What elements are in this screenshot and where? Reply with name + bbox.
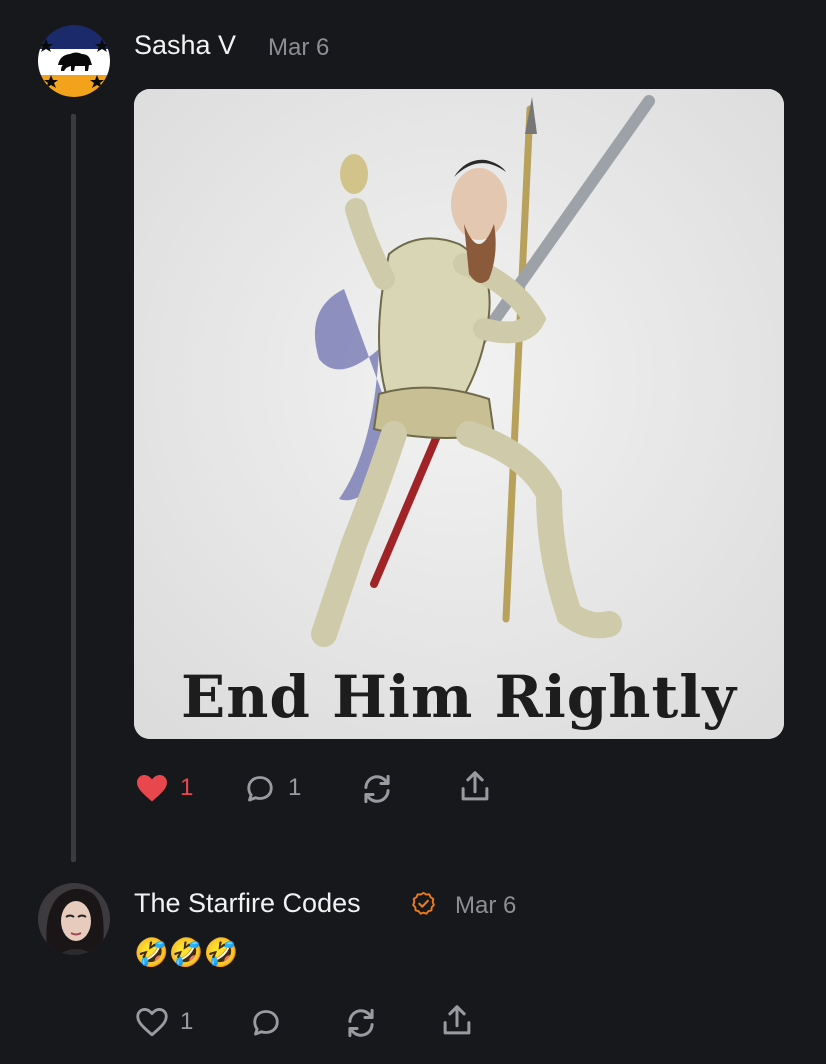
reply-comment-button[interactable] xyxy=(248,1004,284,1040)
share-button[interactable] xyxy=(456,768,494,806)
reply-like-button[interactable]: 1 xyxy=(134,1004,193,1040)
reply-share-button[interactable] xyxy=(438,1002,476,1040)
post-image[interactable]: End Him Rightly xyxy=(134,89,784,739)
like-count: 1 xyxy=(180,774,194,801)
restack-icon xyxy=(348,1008,374,1038)
thread-line xyxy=(71,114,76,862)
reply-date: Mar 6 xyxy=(455,892,517,919)
share-icon xyxy=(443,1005,471,1035)
comment-button[interactable]: 1 xyxy=(242,770,301,806)
comment-icon xyxy=(247,776,273,802)
avatar-sasha-v[interactable] xyxy=(38,25,110,97)
heart-icon xyxy=(136,1007,168,1037)
comment-count: 1 xyxy=(288,774,302,801)
reply-like-count: 1 xyxy=(180,1008,194,1035)
image-caption: End Him Rightly xyxy=(180,663,737,731)
heart-icon xyxy=(137,774,167,802)
reply-restack-button[interactable] xyxy=(342,1004,380,1042)
reply-author-name[interactable]: The Starfire Codes xyxy=(134,888,361,919)
reply-text: 🤣🤣🤣 xyxy=(134,937,239,968)
knight-illustration xyxy=(134,89,784,739)
restack-button[interactable] xyxy=(358,770,396,808)
post-author-name[interactable]: Sasha V xyxy=(134,30,236,61)
like-button[interactable]: 1 xyxy=(134,770,193,806)
comment-icon xyxy=(253,1010,279,1036)
restack-icon xyxy=(364,774,390,804)
share-icon xyxy=(461,771,489,801)
post-date: Mar 6 xyxy=(268,34,330,61)
verified-icon xyxy=(412,891,435,915)
avatar-the-starfire-codes[interactable] xyxy=(38,883,110,955)
